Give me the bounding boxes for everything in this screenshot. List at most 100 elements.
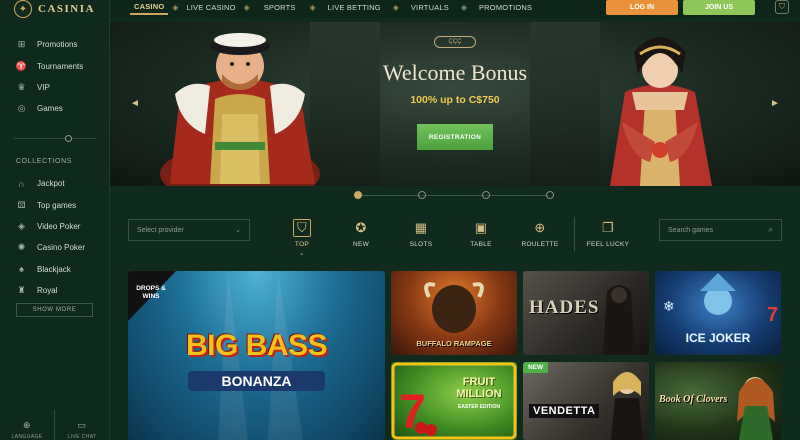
collections-title: COLLECTIONS — [16, 158, 72, 165]
sidebar: ✦ CASINIA ⊞ Promotions ♈ Tournaments ♛ V… — [0, 0, 110, 440]
dot-connector — [358, 195, 420, 196]
horseshoe-icon: ∩ — [18, 178, 25, 189]
svg-text:7: 7 — [767, 304, 778, 326]
game-title: FRUIT MILLION — [456, 376, 502, 400]
sidebar-item-promotions[interactable]: ⊞ Promotions — [0, 34, 110, 55]
sidebar-item-label: Games — [37, 104, 63, 114]
slide-dot-1[interactable] — [354, 191, 362, 199]
game-title: BUFFALO RAMPAGE — [416, 339, 492, 348]
sidebar-item-label: Tournaments — [37, 61, 84, 71]
hero-ornament-badge: ÇÇÇ — [434, 36, 476, 48]
game-tile-buffalo-rampage[interactable]: BUFFALO RAMPAGE — [391, 271, 517, 355]
game-tile-fruit-million[interactable]: 7 FRUIT MILLION EASTER EDITION — [391, 362, 517, 440]
sidebar-item-label: Jackpot — [37, 179, 65, 189]
sidebar-item-vip[interactable]: ♛ VIP — [0, 77, 110, 98]
search-input[interactable]: Search games ⌕ — [659, 219, 782, 241]
sidebar-item-label: Blackjack — [37, 264, 71, 274]
sidebar-item-casino-poker[interactable]: ✺ Casino Poker — [0, 237, 110, 258]
tab-virtuals[interactable]: VIRTUALS — [403, 0, 457, 14]
hero-title: Welcome Bonus — [382, 60, 528, 85]
game-subtitle: EASTER EDITION — [458, 404, 500, 410]
sidebar-item-label: Promotions — [37, 40, 78, 50]
logo-text: CASINIA — [38, 3, 95, 15]
chat-icon: ▭ — [77, 420, 87, 430]
slide-dot-2[interactable] — [418, 191, 426, 199]
dot-connector — [422, 195, 484, 196]
king-character-image — [160, 33, 320, 186]
game-title: HADES — [529, 297, 600, 318]
search-icon: ⌕ — [768, 225, 773, 234]
sidebar-item-tournaments[interactable]: ♈ Tournaments — [0, 55, 110, 76]
registration-button[interactable]: REGISTRATION — [417, 124, 493, 150]
category-feel-lucky[interactable]: ❐ FEEL LUCKY — [583, 219, 633, 248]
castle-icon: ♜ — [17, 285, 26, 296]
sidebar-item-label: Top games — [37, 200, 77, 210]
sidebar-item-top-games[interactable]: ⚄ Top games — [0, 194, 110, 215]
diamond-separator-icon: ◈ — [243, 2, 250, 12]
shield-icon: ⛉ — [293, 219, 311, 237]
game-title: BIG BASS — [185, 329, 328, 362]
category-divider — [574, 217, 575, 251]
diamond-separator-icon: ◈ — [392, 2, 399, 12]
game-tile-book-of-clovers[interactable]: Book Of Clovers — [655, 362, 781, 440]
tab-casino[interactable]: CASINO — [130, 0, 169, 15]
tab-sports[interactable]: SPORTS — [254, 0, 306, 14]
sidebar-item-blackjack[interactable]: ♠ Blackjack — [0, 259, 110, 280]
dot-connector — [486, 195, 548, 196]
game-title: VENDETTA — [529, 404, 600, 418]
slide-dot-4[interactable] — [546, 191, 554, 199]
tab-promotions[interactable]: PROMOTIONS — [471, 0, 540, 14]
main-menu: ⊞ Promotions ♈ Tournaments ♛ VIP ◎ Games — [0, 34, 110, 120]
tab-live-betting[interactable]: LIVE BETTING — [320, 0, 389, 14]
game-tile-ice-joker[interactable]: 7 ❄ ICE JOKER — [655, 271, 781, 355]
join-button[interactable]: JOIN US — [683, 0, 755, 15]
game-title: Book Of Clovers — [659, 394, 728, 405]
category-slots[interactable]: ▦ SLOTS — [396, 219, 446, 248]
sidebar-item-games[interactable]: ◎ Games — [0, 98, 110, 119]
chip-icon: ◈ — [18, 220, 25, 231]
chevron-down-icon: ⌄ — [298, 250, 306, 257]
search-placeholder: Search games — [668, 226, 714, 234]
slide-dot-3[interactable] — [482, 191, 490, 199]
sidebar-item-video-poker[interactable]: ◈ Video Poker — [0, 216, 110, 237]
cards-icon: ▣ — [474, 220, 488, 235]
prev-slide-icon[interactable]: ◄ — [124, 96, 146, 110]
shield-icon[interactable]: ⛉ — [775, 0, 789, 14]
language-button[interactable]: ⊕ LANGUAGE — [0, 420, 54, 440]
game-subtitle: BONANZA — [188, 371, 325, 391]
live-chat-button[interactable]: ▭ LIVE CHAT — [55, 420, 109, 440]
category-roulette[interactable]: ⊕ ROULETTE — [515, 219, 565, 248]
casino-app: ✦ CASINIA ⊞ Promotions ♈ Tournaments ♛ V… — [0, 0, 800, 440]
category-label: NEW — [352, 241, 370, 248]
category-label: SLOTS — [409, 241, 433, 248]
category-new[interactable]: ✪ NEW — [336, 219, 386, 248]
game-tile-big-bass-bonanza[interactable]: DROPS & WINS BIG BASS BONANZA — [128, 271, 385, 440]
logo[interactable]: ✦ CASINIA — [14, 0, 95, 18]
provider-select[interactable]: Select provider ⌄ — [128, 219, 250, 241]
game-tile-vendetta[interactable]: NEW VENDETTA — [523, 362, 649, 440]
sidebar-item-label: VIP — [37, 82, 50, 92]
live-chat-label: LIVE CHAT — [67, 434, 97, 440]
divider-ornament-icon — [65, 135, 72, 142]
category-table[interactable]: ▣ TABLE — [456, 219, 506, 248]
sidebar-item-jackpot[interactable]: ∩ Jackpot — [0, 173, 110, 194]
dice-icon: ⚄ — [17, 199, 26, 210]
next-slide-icon[interactable]: ► — [764, 96, 786, 110]
language-label: LANGUAGE — [11, 434, 43, 440]
show-more-button[interactable]: SHOW MORE — [16, 303, 93, 317]
game-tile-hades[interactable]: HADES — [523, 271, 649, 355]
sidebar-divider — [14, 135, 96, 142]
diamond-separator-icon: ◈ — [309, 2, 316, 12]
crown-icon: ♛ — [17, 81, 26, 92]
sidebar-item-royal[interactable]: ♜ Royal — [0, 280, 110, 301]
login-button[interactable]: LOG IN — [606, 0, 678, 15]
clover-cards-icon: ❐ — [602, 220, 614, 235]
collections-menu: ∩ Jackpot ⚄ Top games ◈ Video Poker ✺ Ca… — [0, 173, 110, 301]
game-artwork — [611, 372, 643, 440]
tab-live-casino[interactable]: LIVE CASINO — [182, 0, 239, 14]
category-top[interactable]: ⛉ TOP ⌄ — [277, 219, 327, 257]
drops-wins-badge: DROPS & WINS — [136, 285, 166, 300]
logo-icon: ✦ — [14, 0, 32, 18]
provider-placeholder: Select provider — [137, 226, 184, 234]
diamond-separator-icon: ◈ — [460, 2, 468, 12]
